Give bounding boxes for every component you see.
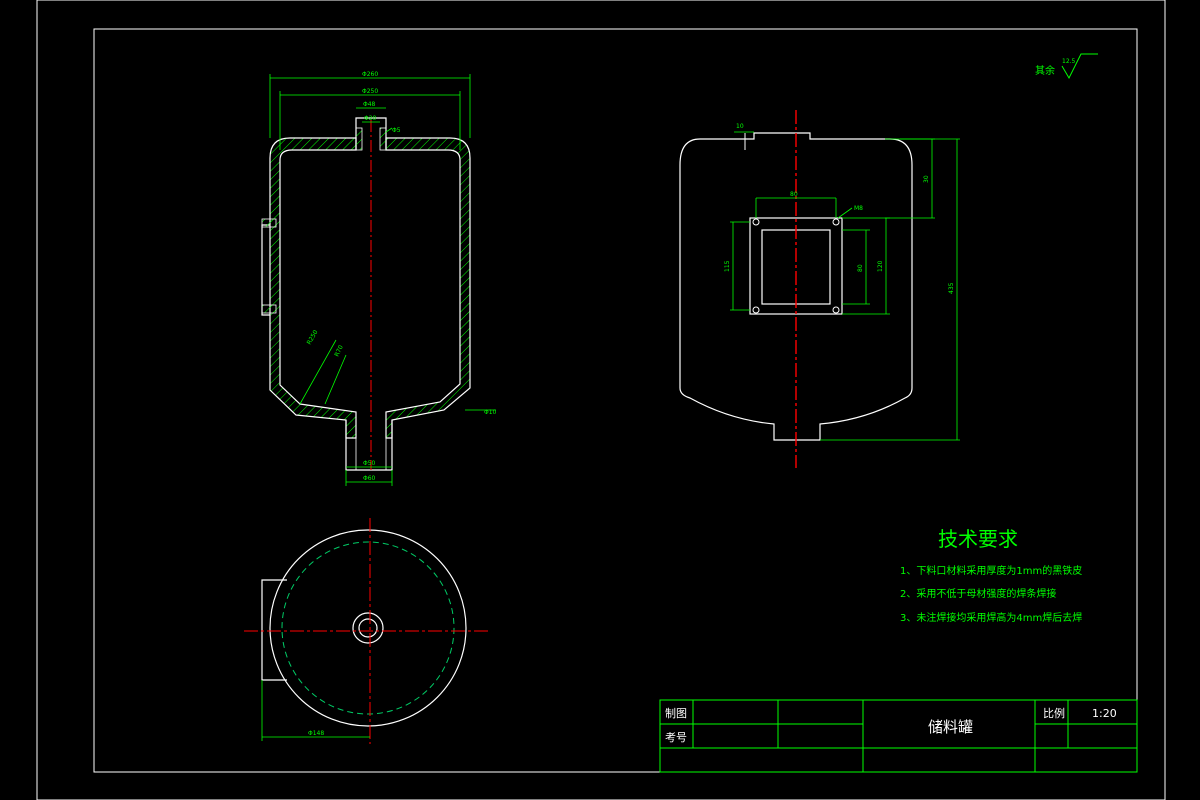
title-block <box>659 699 1138 773</box>
side-flange <box>261 224 270 316</box>
top-nozzle-wall-right <box>379 127 387 151</box>
window-hole-tl <box>752 218 760 226</box>
dim-d-inner: Φ250 <box>362 88 378 95</box>
dim-d-outlet-in: Φ50 <box>363 460 376 467</box>
flange-bolt-upper <box>261 218 277 228</box>
bottom-outlet-inner <box>358 618 378 638</box>
dim-h-total: 435 <box>948 282 955 294</box>
drawing-canvas: 其余 12.5 Φ260 Φ250 Φ48 Φ20 Φ5 R250 R70 Φ1… <box>36 0 1166 800</box>
title-check-label: 考号 <box>665 731 687 744</box>
requirement-item-2: 2、采用不低于母材强度的焊条焊接 <box>900 587 1056 600</box>
bottom-view: Φ148 <box>244 518 490 744</box>
bottom-outlet-outer <box>352 612 384 644</box>
bottom-outer-circle <box>269 529 467 727</box>
dim-h-inner: 80 <box>857 264 864 272</box>
dim-h-outer: 120 <box>877 260 884 272</box>
window-hole-br <box>832 306 840 314</box>
requirement-item-1: 1、下料口材料采用厚度为1mm的黑铁皮 <box>900 564 1082 577</box>
drawing-sheet: 其余 12.5 Φ260 Φ250 Φ48 Φ20 Φ5 R250 R70 Φ1… <box>0 0 1200 800</box>
dim-top-gap: 10 <box>736 123 744 130</box>
outer-border <box>36 0 1166 800</box>
dim-h-window: 115 <box>724 260 731 272</box>
dim-hole: M8 <box>854 205 863 212</box>
bottom-side-flange <box>261 579 287 681</box>
title-drawing-name: 储料罐 <box>928 718 973 736</box>
requirements-title: 技术要求 <box>938 527 1018 551</box>
dim-r-bottom: R250 <box>306 329 320 346</box>
dim-bottom-right: Φ10 <box>484 409 497 416</box>
dim-h-top: 30 <box>923 175 930 183</box>
dim-d-nozzle-in: Φ20 <box>364 115 377 122</box>
bottom-hidden-circle <box>281 541 455 715</box>
roughness-note: 其余 12.5 <box>1035 53 1098 80</box>
dim-r-bottom2: R70 <box>333 344 344 358</box>
dim-bottom-diameter: Φ148 <box>308 730 324 737</box>
top-nozzle-wall-left <box>355 127 363 151</box>
side-view: 10 80 M8 30 435 115 80 120 <box>679 110 960 468</box>
front-view: Φ260 Φ250 Φ48 Φ20 Φ5 R250 R70 Φ10 Φ50 Φ6… <box>261 71 497 486</box>
roughness-value: 12.5 <box>1062 58 1076 65</box>
title-drawn-label: 制图 <box>665 707 687 720</box>
dim-d-outer: Φ260 <box>362 71 378 78</box>
window-hole-bl <box>752 306 760 314</box>
tank-wall-section <box>269 137 357 439</box>
side-top-tab <box>744 133 755 150</box>
window-hole-tr <box>832 218 840 226</box>
roughness-label: 其余 <box>1035 64 1055 77</box>
title-scale-label: 比例 <box>1043 706 1065 720</box>
dim-wall: Φ5 <box>392 127 401 134</box>
dim-w-flange: 80 <box>790 191 798 198</box>
tank-wall-section-right <box>385 137 471 439</box>
requirement-item-3: 3、未注焊接均采用焊高为4mm焊后去焊 <box>900 611 1082 624</box>
title-scale-value: 1:20 <box>1092 707 1117 720</box>
flange-bolt-lower <box>261 304 277 314</box>
dim-d-outlet-out: Φ60 <box>363 475 376 482</box>
technical-requirements: 技术要求 1、下料口材料采用厚度为1mm的黑铁皮 2、采用不低于母材强度的焊条焊… <box>900 527 1082 624</box>
dim-d-nozzle: Φ48 <box>363 101 376 108</box>
inner-border <box>93 28 1138 773</box>
